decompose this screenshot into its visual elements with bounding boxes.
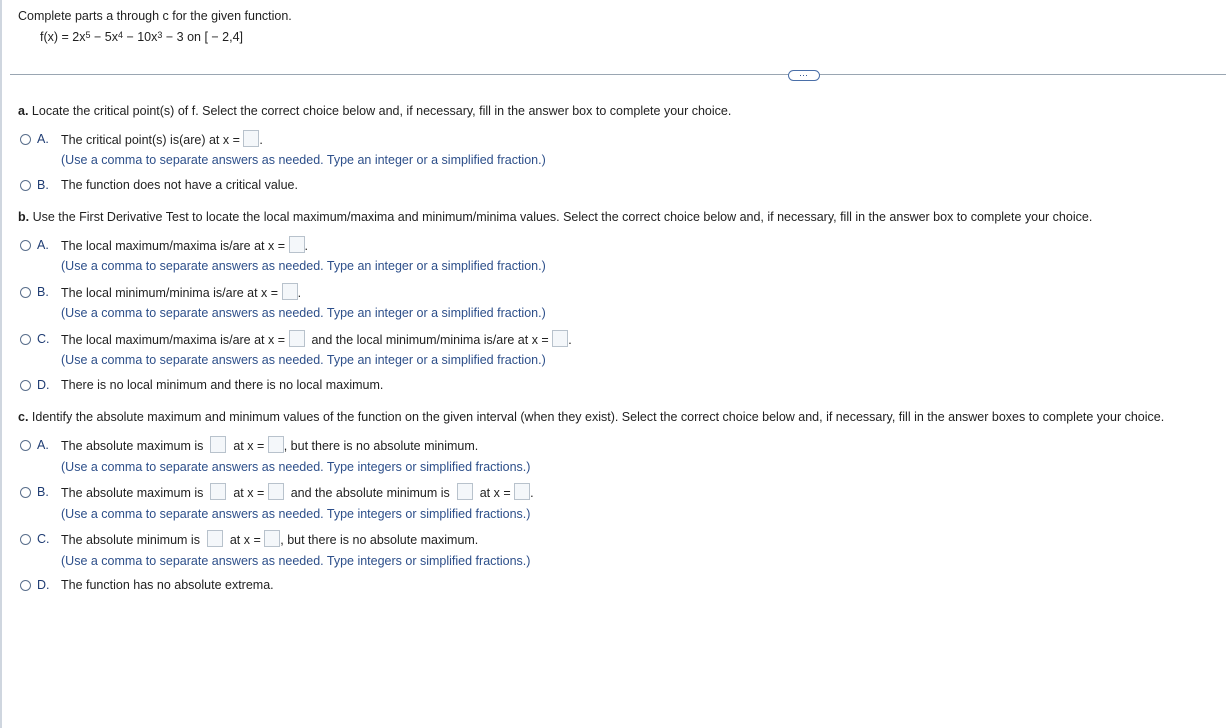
part-c-option-c-hint: (Use a comma to separate answers as need… — [61, 554, 531, 568]
part-b-option-b[interactable]: B. — [20, 285, 49, 299]
radio-button[interactable] — [20, 533, 31, 545]
part-c-option-d[interactable]: D. — [20, 578, 50, 592]
part-a-option-b[interactable]: B. — [20, 178, 49, 192]
instructions: Complete parts a through c for the given… — [18, 9, 292, 23]
part-c-option-b-text: The absolute maximum is at x = and the a… — [61, 483, 534, 501]
answer-box[interactable] — [264, 530, 281, 547]
part-a-option-b-text: The function does not have a critical va… — [61, 178, 298, 192]
answer-box[interactable] — [210, 436, 227, 453]
part-b-option-a-hint: (Use a comma to separate answers as need… — [61, 259, 546, 273]
answer-box[interactable] — [281, 283, 298, 300]
answer-box[interactable] — [288, 236, 305, 253]
part-b-option-c-hint: (Use a comma to separate answers as need… — [61, 353, 546, 367]
answer-box[interactable] — [514, 483, 531, 500]
function-expression: f(x) = 2x5 − 5x4 − 10x3 − 3 on [ − 2,4] — [40, 30, 244, 44]
section-divider — [10, 74, 1226, 75]
answer-box[interactable] — [243, 130, 260, 147]
part-c-option-d-text: The function has no absolute extrema. — [61, 578, 274, 592]
part-c-option-b[interactable]: B. — [20, 485, 49, 499]
part-c-option-a[interactable]: A. — [20, 438, 49, 452]
answer-box[interactable] — [267, 483, 284, 500]
answer-box[interactable] — [288, 330, 305, 347]
part-c-option-b-hint: (Use a comma to separate answers as need… — [61, 507, 531, 521]
answer-box[interactable] — [552, 330, 569, 347]
part-c-question: c. Identify the absolute maximum and min… — [18, 410, 1165, 424]
part-b-option-a[interactable]: A. — [20, 238, 49, 252]
answer-box[interactable] — [210, 483, 227, 500]
part-b-option-c[interactable]: C. — [20, 332, 50, 346]
radio-button[interactable] — [20, 133, 31, 145]
part-b-option-c-text: The local maximum/maxima is/are at x = a… — [61, 330, 572, 348]
radio-button[interactable] — [20, 239, 31, 251]
part-b-option-d-text: There is no local minimum and there is n… — [61, 378, 384, 392]
answer-box[interactable] — [206, 530, 223, 547]
radio-button[interactable] — [20, 333, 31, 345]
part-a-option-a[interactable]: A. — [20, 132, 49, 146]
radio-button[interactable] — [20, 286, 31, 298]
radio-button[interactable] — [20, 379, 31, 391]
part-b-option-a-text: The local maximum/maxima is/are at x = . — [61, 236, 308, 254]
part-c-option-c[interactable]: C. — [20, 532, 50, 546]
part-b-question: b. Use the First Derivative Test to loca… — [18, 210, 1093, 224]
part-b-option-d[interactable]: D. — [20, 378, 50, 392]
part-c-option-c-text: The absolute minimum is at x = , but the… — [61, 530, 478, 548]
part-b-option-b-hint: (Use a comma to separate answers as need… — [61, 306, 546, 320]
radio-button[interactable] — [20, 439, 31, 451]
left-border — [0, 0, 2, 728]
answer-box[interactable] — [456, 483, 473, 500]
part-c-option-a-hint: (Use a comma to separate answers as need… — [61, 460, 531, 474]
more-button[interactable]: ⋯ — [788, 70, 820, 81]
radio-button[interactable] — [20, 579, 31, 591]
radio-button[interactable] — [20, 179, 31, 191]
answer-box[interactable] — [267, 436, 284, 453]
part-a-option-a-text: The critical point(s) is(are) at x = . — [61, 130, 263, 148]
part-c-option-a-text: The absolute maximum is at x = , but the… — [61, 436, 478, 454]
radio-button[interactable] — [20, 486, 31, 498]
part-a-option-a-hint: (Use a comma to separate answers as need… — [61, 153, 546, 167]
part-b-option-b-text: The local minimum/minima is/are at x = . — [61, 283, 301, 301]
part-a-question: a. Locate the critical point(s) of f. Se… — [18, 104, 732, 118]
